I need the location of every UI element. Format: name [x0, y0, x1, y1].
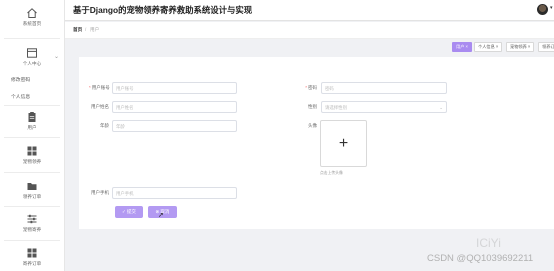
profile-card-icon	[27, 48, 37, 58]
clipboard-icon	[28, 112, 36, 122]
gender-label: 性别	[308, 104, 317, 109]
plus-icon: +	[338, 135, 349, 152]
tab-users[interactable]: 用户 ×	[452, 42, 472, 52]
watermark: CSDN @QQ1039692211	[427, 253, 534, 264]
sidebar-item-pet-adoption[interactable]: 宠物领养	[0, 145, 64, 165]
gender-select[interactable]: 请选择性别 ⌄	[321, 101, 447, 113]
breadcrumb-current: 用户	[90, 27, 100, 32]
breadcrumb: 首页 / 用户	[65, 22, 554, 39]
sidebar-subitem-change-password[interactable]: 修改密码	[11, 76, 30, 83]
name-label: 用户姓名	[91, 104, 109, 109]
tab-strip: 用户 × 个人信息 × 宠物领养 × 领养订单 ×	[65, 40, 554, 52]
submit-button[interactable]: ✓提交	[115, 206, 143, 218]
chevron-down-icon: ⌄	[439, 105, 443, 110]
sidebar-item-boarding-orders[interactable]: 寄养订单	[0, 247, 64, 267]
avatar[interactable]	[537, 4, 548, 15]
sliders-icon	[27, 214, 37, 224]
phone-input[interactable]: 用户手机	[112, 187, 237, 199]
avatar-label: 头像	[308, 123, 317, 128]
avatar-upload[interactable]: +	[320, 120, 367, 167]
age-label: 年龄	[100, 123, 109, 128]
tab-adoption-orders[interactable]: 领养订单 ×	[538, 42, 554, 52]
tab-pet-adoption[interactable]: 宠物领养 ×	[506, 42, 535, 52]
sidebar-divider	[4, 172, 60, 173]
tab-personal-info[interactable]: 个人信息 ×	[474, 42, 503, 52]
upload-tip: 点击上传头像	[320, 171, 343, 175]
phone-label: 用户手机	[91, 190, 109, 195]
sidebar-item-home[interactable]: 系统首页	[0, 7, 64, 27]
app-title: 基于Django的宠物领养寄养救助系统设计与实现	[73, 5, 253, 15]
account-input[interactable]: 用户账号	[112, 82, 237, 94]
breadcrumb-home[interactable]: 首页	[73, 27, 82, 33]
sidebar-divider	[4, 105, 60, 106]
gender-select-value: 请选择性别	[325, 105, 347, 110]
name-input[interactable]: 用户姓名	[112, 101, 237, 113]
sidebar-divider	[4, 38, 60, 39]
user-form-card: *用户账号 用户账号 *密码 密码 用户姓名 用户姓名 性别 请选择性别 ⌄ 年…	[79, 57, 554, 229]
sidebar-item-label: 宠物领养	[22, 159, 42, 164]
top-bar: 基于Django的宠物领养寄养救助系统设计与实现 ▾	[65, 0, 554, 21]
grid-icon	[27, 146, 37, 156]
folder-icon	[27, 183, 37, 190]
required-mark: *	[89, 85, 91, 90]
sidebar: 系统首页 个人中心 ⌄ 修改密码 个人信息 用户 宠物领养 领养订单 宠物寄养 …	[0, 0, 65, 271]
sidebar-item-pet-boarding[interactable]: 宠物寄养	[0, 213, 64, 233]
account-label: *用户账号	[89, 85, 110, 90]
grid-icon	[27, 248, 37, 258]
caret-down-icon[interactable]: ▾	[550, 5, 553, 11]
sidebar-item-users[interactable]: 用户	[0, 111, 64, 131]
watermark-faint: ICiYi	[476, 236, 501, 250]
check-icon: ✓	[121, 209, 126, 214]
sidebar-subitem-personal-info[interactable]: 个人信息	[11, 93, 30, 100]
breadcrumb-separator: /	[85, 27, 87, 32]
cursor-icon: ➚	[158, 212, 164, 219]
sidebar-item-label: 宠物寄养	[22, 227, 42, 232]
sidebar-divider	[4, 206, 60, 207]
required-mark: *	[305, 85, 307, 90]
chevron-down-icon[interactable]: ⌄	[54, 53, 59, 60]
sidebar-item-label: 领养订单	[22, 194, 42, 199]
age-input[interactable]: 年龄	[112, 120, 237, 132]
sidebar-item-label: 个人中心	[22, 61, 42, 66]
sidebar-item-label: 寄养订单	[22, 261, 42, 266]
sidebar-item-label: 系统首页	[22, 21, 42, 26]
password-label: *密码	[305, 85, 317, 90]
sidebar-item-adoption-orders[interactable]: 领养订单	[0, 180, 64, 200]
sidebar-item-label: 用户	[27, 125, 37, 130]
sidebar-divider	[4, 137, 60, 138]
password-input[interactable]: 密码	[321, 82, 447, 94]
home-icon	[27, 8, 37, 18]
sidebar-divider	[4, 240, 60, 241]
